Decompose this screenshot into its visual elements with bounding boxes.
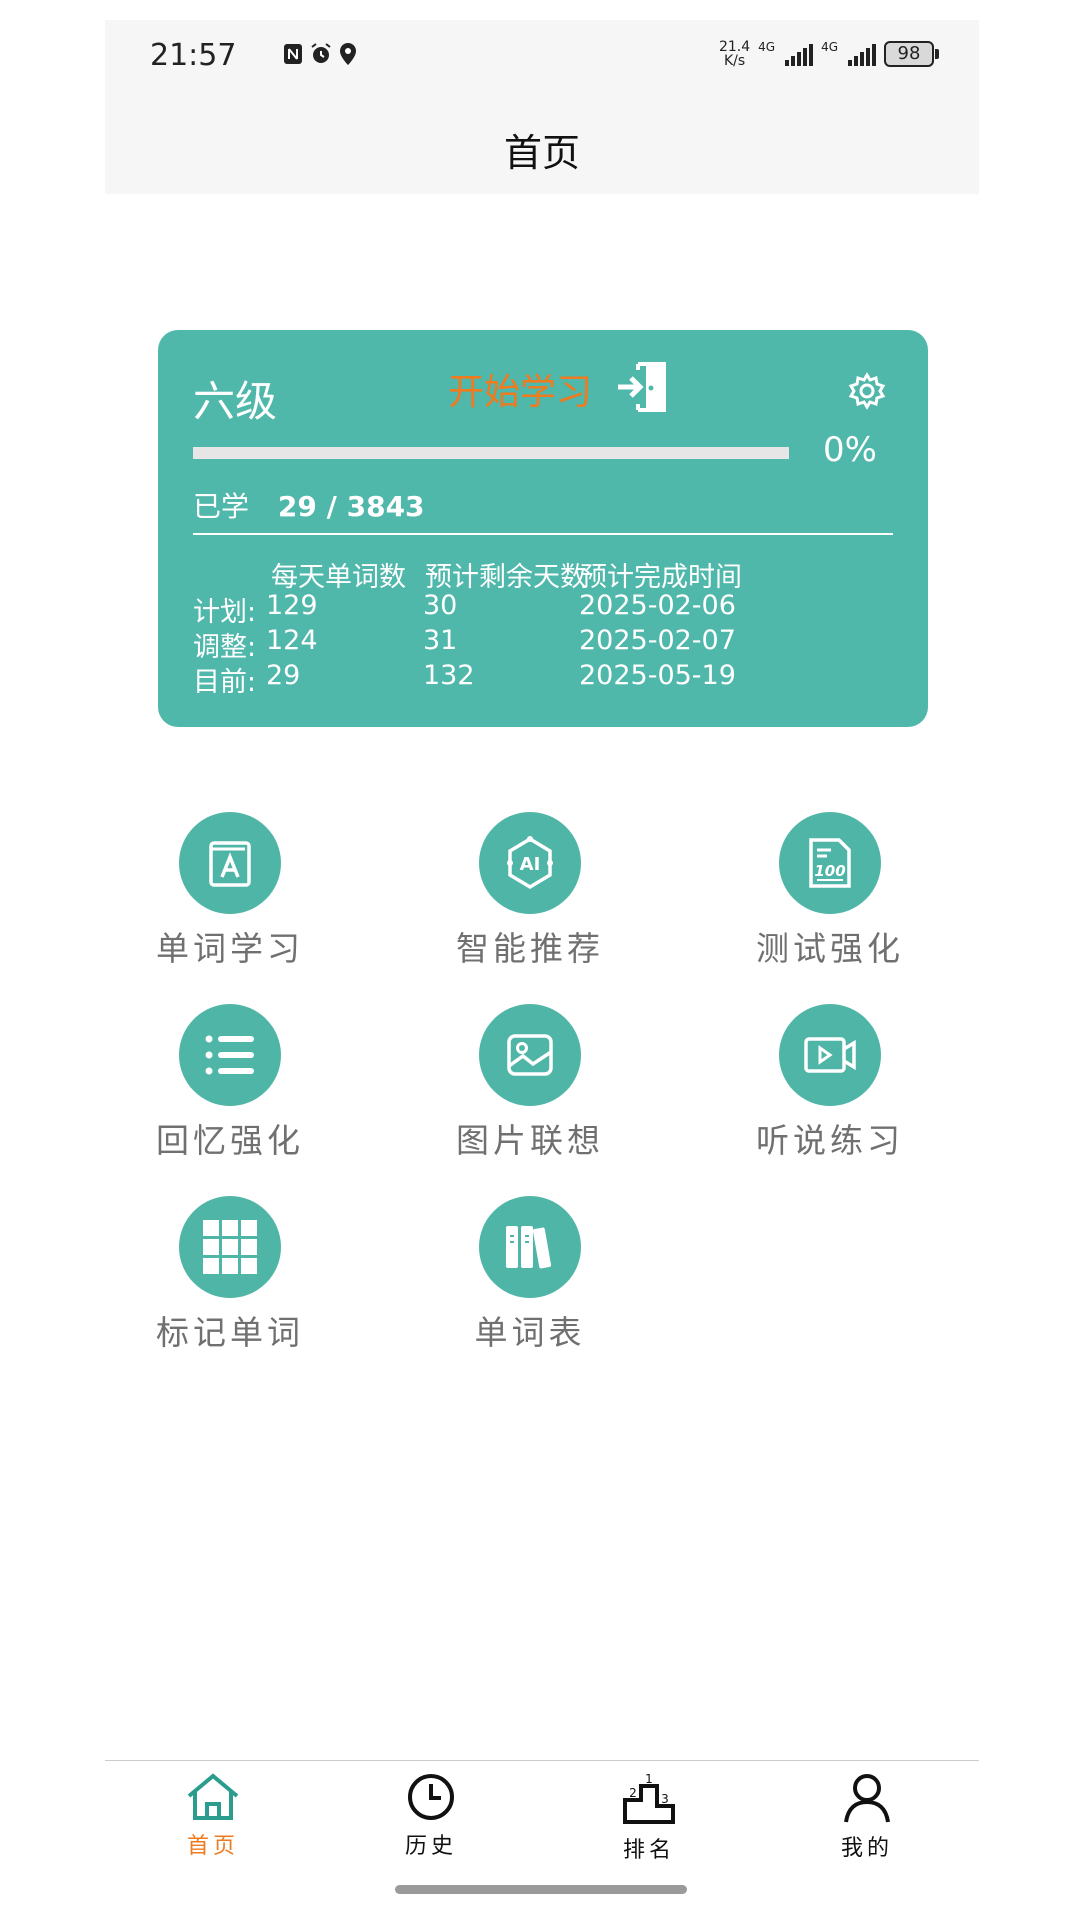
- bottom-nav: 首页 历史 12 3 排名 我的: [105, 1762, 979, 1872]
- tile-word-list[interactable]: 单词表: [430, 1196, 630, 1366]
- nav-history[interactable]: 历史: [371, 1772, 491, 1860]
- tile-word-study[interactable]: 单词学习: [130, 812, 330, 982]
- list-icon: [179, 1004, 281, 1106]
- row-daily: 29: [266, 660, 301, 691]
- net-speed-unit: K/s: [723, 53, 746, 69]
- person-icon: [842, 1774, 892, 1828]
- tile-mark-words[interactable]: 标记单词: [130, 1196, 330, 1366]
- tile-label: 单词学习: [156, 929, 304, 968]
- row-finish-date: 2025-05-19: [579, 660, 736, 691]
- start-study-label: 开始学习: [448, 372, 593, 413]
- level-label[interactable]: 六级: [193, 368, 277, 429]
- network-type-2: 4G: [821, 40, 838, 54]
- ai-chip-icon: AI: [479, 812, 581, 914]
- image-icon: [479, 1004, 581, 1106]
- progress-percent: 0%: [823, 430, 877, 470]
- alarm-icon: [309, 42, 333, 70]
- tile-label: 回忆强化: [156, 1121, 304, 1160]
- svg-text:100: 100: [814, 862, 845, 880]
- row-daily: 129: [266, 590, 318, 621]
- clock-icon: [405, 1774, 457, 1826]
- settings-gear-icon[interactable]: [848, 372, 886, 414]
- card-divider: [193, 533, 893, 535]
- row-finish-date: 2025-02-06: [579, 590, 736, 621]
- learned-label: 已学: [193, 490, 250, 523]
- screen: 21:57 21.4 K/s 4G 4G 98 首页 六级 开始学习 0% 已学…: [0, 0, 1080, 1920]
- header-daily-words: 每天单词数: [271, 562, 406, 593]
- status-left-icons: [283, 42, 357, 70]
- progress-bar: [193, 447, 789, 459]
- study-progress-card: 六级 开始学习 0% 已学 29 / 3843 每天单词数 预计剩余天数 预计完…: [158, 330, 928, 727]
- grid-icon: [179, 1196, 281, 1298]
- video-play-icon: [779, 1004, 881, 1106]
- row-finish-date: 2025-02-07: [579, 625, 736, 656]
- book-a-icon: [179, 812, 281, 914]
- enter-door-icon: [616, 360, 668, 418]
- row-days-left: 31: [423, 625, 458, 656]
- test-paper-100-icon: 100: [779, 812, 881, 914]
- status-bar: 21:57 21.4 K/s 4G 4G 98: [105, 20, 979, 110]
- nav-label: 排名: [622, 1838, 675, 1863]
- status-time: 21:57: [150, 38, 237, 73]
- net-speed: 21.4 K/s: [719, 40, 750, 68]
- row-label: 计划:: [193, 597, 257, 628]
- page-title: 首页: [503, 131, 580, 175]
- tile-label: 测试强化: [756, 929, 904, 968]
- home-indicator[interactable]: [395, 1885, 687, 1894]
- svg-text:2: 2: [629, 1786, 637, 1800]
- location-icon: [339, 42, 357, 70]
- signal-icon-2: [848, 42, 876, 66]
- learned-count: 已学 29 / 3843: [193, 485, 425, 525]
- svg-text:1: 1: [645, 1772, 653, 1786]
- tile-listening-speaking[interactable]: 听说练习: [730, 1004, 930, 1174]
- battery-icon: 98: [884, 41, 939, 67]
- bookshelf-icon: [479, 1196, 581, 1298]
- nav-home[interactable]: 首页: [153, 1772, 273, 1860]
- nfc-icon: [283, 43, 303, 69]
- tile-test-reinforce[interactable]: 100 测试强化: [730, 812, 930, 982]
- podium-icon: 12 3: [621, 1772, 677, 1830]
- svg-text:AI: AI: [520, 854, 541, 875]
- row-daily: 124: [266, 625, 318, 656]
- nav-label: 我的: [840, 1836, 893, 1861]
- tile-label: 图片联想: [456, 1121, 604, 1160]
- net-speed-value: 21.4: [718, 39, 751, 55]
- learned-value: 29 / 3843: [277, 490, 425, 523]
- tile-label: 智能推荐: [456, 929, 604, 968]
- header-days-left: 预计剩余天数: [425, 562, 587, 593]
- tile-label: 标记单词: [156, 1313, 304, 1352]
- home-icon: [185, 1773, 241, 1826]
- row-label: 调整:: [193, 632, 257, 663]
- row-days-left: 30: [423, 590, 458, 621]
- nav-label: 首页: [186, 1834, 239, 1859]
- tile-smart-recommend[interactable]: AI 智能推荐: [430, 812, 630, 982]
- nav-label: 历史: [404, 1834, 457, 1859]
- title-bar: 首页: [105, 110, 979, 194]
- tile-recall-reinforce[interactable]: 回忆强化: [130, 1004, 330, 1174]
- tile-picture-association[interactable]: 图片联想: [430, 1004, 630, 1174]
- row-label: 目前:: [193, 667, 257, 698]
- tile-label: 听说练习: [756, 1121, 904, 1160]
- signal-icon-1: [785, 42, 814, 66]
- start-study-button[interactable]: 开始学习: [448, 360, 668, 418]
- header-finish-date: 预计完成时间: [580, 562, 742, 593]
- nav-mine[interactable]: 我的: [807, 1772, 927, 1862]
- nav-ranking[interactable]: 12 3 排名: [589, 1772, 709, 1864]
- svg-text:3: 3: [661, 1792, 669, 1806]
- status-right: 21.4 K/s 4G 4G 98: [719, 40, 939, 68]
- tile-label: 单词表: [474, 1313, 586, 1352]
- bottom-nav-divider: [105, 1760, 979, 1761]
- row-days-left: 132: [423, 660, 475, 691]
- network-type-1: 4G: [758, 40, 776, 54]
